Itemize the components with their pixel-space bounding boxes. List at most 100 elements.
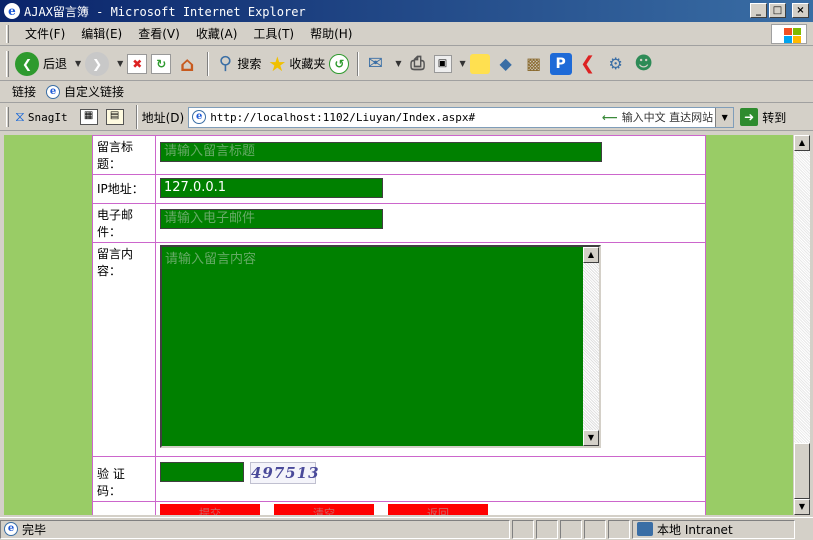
email-cell: 请输入电子邮件 <box>155 203 706 243</box>
window-controls: _ □ × <box>750 3 809 18</box>
status-main: e 完毕 <box>0 519 510 539</box>
title-input[interactable]: 请输入留言标题 <box>160 142 602 162</box>
favorites-button[interactable]: ★ 收藏夹 <box>265 52 325 76</box>
address-input[interactable]: e http://localhost:1102/Liuyan/Index.asp… <box>188 106 735 128</box>
forward-button[interactable]: ❯ <box>85 51 110 76</box>
search-button[interactable]: ⚲ 搜索 <box>213 52 262 76</box>
p-logo-icon: P <box>549 52 572 75</box>
menu-favorites[interactable]: 收藏(A) <box>188 25 246 42</box>
status-pane <box>584 519 606 539</box>
menu-tools[interactable]: 工具(T) <box>245 25 302 42</box>
refresh-icon: ↻ <box>151 53 172 74</box>
snagit-button[interactable]: ⧖ SnagIt <box>15 109 68 125</box>
page-scrollbar[interactable]: ▲ ▼ <box>793 135 810 515</box>
title-cell: 请输入留言标题 <box>155 135 706 175</box>
forward-dropdown-icon[interactable]: ▼ <box>117 59 123 68</box>
captcha-image[interactable]: 497513 <box>250 462 319 484</box>
page-scroll-up-icon[interactable]: ▲ <box>794 135 810 151</box>
page-scroll-down-icon[interactable]: ▼ <box>794 499 810 515</box>
go-label: 转到 <box>762 110 787 125</box>
captcha-cell: 497513 <box>155 456 706 502</box>
favorites-label: 收藏夹 <box>289 57 326 71</box>
history-button[interactable]: ↺ <box>329 53 350 74</box>
snagit-label: SnagIt <box>27 110 68 124</box>
ip-label: IP地址： <box>92 174 156 204</box>
menu-edit[interactable]: 编辑(E) <box>73 25 130 42</box>
plugin-icon: ⚙ <box>608 54 623 73</box>
content-textarea[interactable]: 请输入留言内容 ▲ ▼ <box>160 245 601 448</box>
submit-button[interactable]: 提交 <box>160 504 260 515</box>
capture-window-icon[interactable]: ▦ <box>79 109 98 125</box>
email-input[interactable]: 请输入电子邮件 <box>160 209 383 229</box>
go-button[interactable]: ➜ 转到 <box>740 108 786 126</box>
clear-button[interactable]: 清空 <box>274 504 374 515</box>
home-button[interactable]: ⌂ <box>175 52 199 76</box>
back-button[interactable]: ❮ 后退 <box>15 51 67 76</box>
address-separator <box>135 105 138 129</box>
captcha-input[interactable] <box>160 462 244 482</box>
printer-icon: ⎙ <box>410 53 425 74</box>
status-page-icon: e <box>4 522 18 536</box>
content-label: 留言内容： <box>92 242 156 457</box>
back-page-button[interactable]: 返回 <box>388 504 488 515</box>
stop-button[interactable]: ✖ <box>127 53 148 74</box>
guestbook-form: 留言标题： 请输入留言标题 IP地址： 127.0.0.1 电子邮件： 请输入电… <box>92 135 706 515</box>
toolbar-separator <box>357 51 360 76</box>
links-label: 链接 <box>12 85 37 99</box>
ip-input[interactable]: 127.0.0.1 <box>160 178 383 198</box>
menu-view[interactable]: 查看(V) <box>130 25 188 42</box>
intranet-zone-icon <box>637 522 653 536</box>
flashget-icon: ❮ <box>580 53 596 74</box>
status-bar: e 完毕 本地 Intranet <box>0 517 813 540</box>
home-icon: ⌂ <box>180 51 195 76</box>
menu-help[interactable]: 帮助(H) <box>302 25 360 42</box>
messenger-button[interactable]: ◆ <box>494 52 518 76</box>
status-text: 完毕 <box>22 522 47 537</box>
address-hint: ⟵ 输入中文 直达网站 <box>602 109 713 125</box>
address-toolbar: ⧖ SnagIt ▦ ▤ 地址(D) e http://localhost:11… <box>0 104 813 131</box>
page-viewport: 留言标题： 请输入留言标题 IP地址： 127.0.0.1 电子邮件： 请输入电… <box>4 135 793 515</box>
menu-file[interactable]: 文件(F) <box>17 25 73 42</box>
refresh-button[interactable]: ↻ <box>151 53 172 74</box>
toolbar-grip <box>6 50 9 77</box>
qq-button[interactable]: P <box>549 52 572 75</box>
status-pane <box>536 519 558 539</box>
print-button[interactable]: ⎙ <box>406 52 430 76</box>
snagit-icon: ⧖ <box>15 109 25 125</box>
scroll-up-icon[interactable]: ▲ <box>583 247 599 263</box>
search-icon: ⚲ <box>218 53 232 74</box>
textarea-scrollbar[interactable]: ▲ ▼ <box>583 247 599 446</box>
close-button[interactable]: × <box>792 3 809 18</box>
maximize-button[interactable]: □ <box>769 3 786 18</box>
ie-app-icon: e <box>4 3 20 19</box>
flashget-button[interactable]: ❮ <box>576 52 600 76</box>
edit-button[interactable]: ▣ <box>433 54 452 73</box>
page-scroll-thumb[interactable] <box>794 443 810 499</box>
tool-button[interactable]: ⚙ <box>604 52 628 76</box>
hint-text: 输入中文 直达网站 <box>621 111 714 124</box>
content-placeholder: 请输入留言内容 <box>165 252 257 267</box>
back-arrow-icon: ❮ <box>15 51 39 76</box>
minimize-button[interactable]: _ <box>750 3 767 18</box>
diamond-icon: ◆ <box>499 54 512 73</box>
mail-dropdown-icon[interactable]: ▼ <box>395 59 401 68</box>
research-button[interactable]: ▩ <box>522 52 546 76</box>
capture-region-icon[interactable]: ▤ <box>105 109 124 125</box>
back-dropdown-icon[interactable]: ▼ <box>75 59 81 68</box>
scroll-down-icon[interactable]: ▼ <box>583 430 599 446</box>
research-icon: ▩ <box>526 54 542 73</box>
forward-arrow-icon: ❯ <box>85 51 110 76</box>
address-dropdown-button[interactable]: ▼ <box>715 107 734 127</box>
toolbar-separator <box>207 51 210 76</box>
title-bar: e AJAX留言簿 - Microsoft Internet Explorer … <box>0 0 813 22</box>
go-arrow-icon: ➜ <box>740 108 759 126</box>
mail-icon: ✉ <box>367 53 383 74</box>
notes-button[interactable] <box>469 53 490 74</box>
mail-button[interactable]: ✉ <box>363 52 387 76</box>
edit-dropdown-icon[interactable]: ▼ <box>460 59 466 68</box>
custom-link[interactable]: 自定义链接 <box>64 83 124 100</box>
msn-button[interactable]: ☻ <box>632 52 656 76</box>
address-grip <box>6 107 9 127</box>
edit-page-icon: ▣ <box>433 54 452 73</box>
status-zone: 本地 Intranet <box>632 519 795 539</box>
